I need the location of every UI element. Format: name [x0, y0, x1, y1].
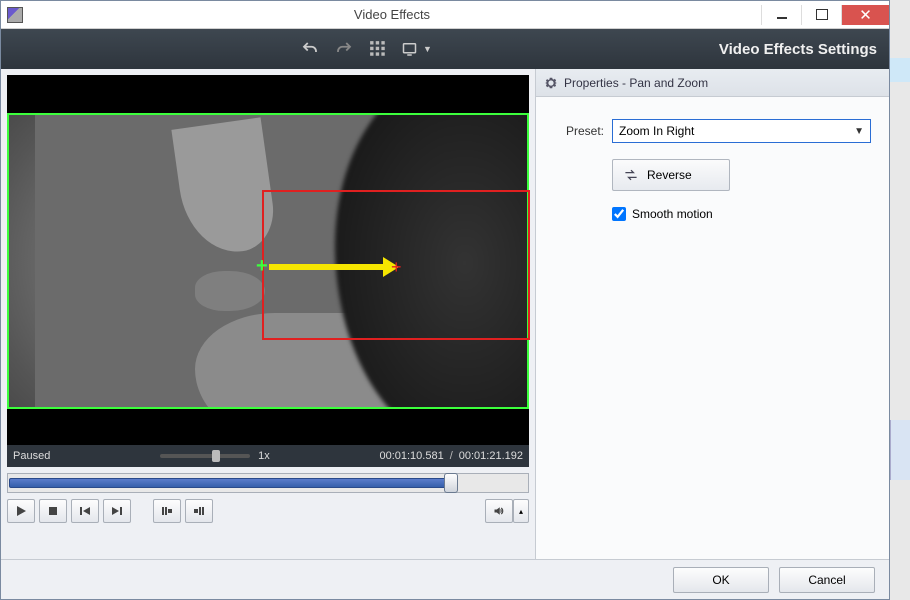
speed-label: 1x [258, 450, 270, 462]
start-frame-bottom[interactable] [7, 407, 529, 409]
toolbar-title: Video Effects Settings [719, 41, 877, 58]
end-marker-icon[interactable]: + [391, 257, 402, 278]
preview-status-bar: Paused 1x 00:01:10.581 / 00:01:21.192 [7, 445, 529, 467]
video-preview[interactable]: + + [7, 75, 529, 445]
ok-button[interactable]: OK [673, 567, 769, 593]
main-toolbar: ▼ Video Effects Settings [1, 29, 889, 69]
transport-controls: ▴ [7, 499, 529, 523]
properties-header: Properties - Pan and Zoom [536, 69, 889, 97]
speed-slider[interactable] [160, 454, 250, 458]
window-title: Video Effects [23, 7, 761, 22]
preset-dropdown[interactable]: Zoom In Right ▼ [612, 119, 871, 143]
reverse-icon [623, 167, 639, 183]
volume-menu-button[interactable]: ▴ [513, 499, 529, 523]
prev-frame-button[interactable] [71, 499, 99, 523]
chevron-down-icon: ▼ [854, 126, 864, 137]
dialog-footer: OK Cancel [1, 559, 889, 599]
undo-button[interactable] [297, 36, 323, 62]
preset-label: Preset: [554, 124, 604, 138]
preset-value: Zoom In Right [619, 124, 694, 138]
seek-fill [9, 478, 449, 488]
app-icon [7, 7, 23, 23]
video-effects-window: Video Effects ▼ Video Effects Settings [0, 0, 890, 600]
time-current: 00:01:10.581 [379, 450, 443, 462]
speed-slider-thumb[interactable] [212, 450, 220, 462]
preview-pane: + + Paused 1x 00:01:10.581 / 00:01:21.19… [1, 69, 536, 559]
close-button[interactable] [841, 5, 889, 25]
background-strip [890, 420, 910, 480]
reverse-button[interactable]: Reverse [612, 159, 730, 191]
volume-button[interactable] [485, 499, 513, 523]
display-mode-dropdown[interactable]: ▼ [399, 36, 435, 62]
minimize-button[interactable] [761, 5, 801, 25]
maximize-button[interactable] [801, 5, 841, 25]
mark-out-button[interactable] [185, 499, 213, 523]
grid-toggle-button[interactable] [365, 36, 391, 62]
start-frame-top[interactable] [7, 113, 529, 115]
content-area: + + Paused 1x 00:01:10.581 / 00:01:21.19… [1, 69, 889, 559]
play-button[interactable] [7, 499, 35, 523]
gear-icon [544, 76, 558, 90]
redo-button[interactable] [331, 36, 357, 62]
titlebar: Video Effects [1, 1, 889, 29]
cancel-button[interactable]: Cancel [779, 567, 875, 593]
next-frame-button[interactable] [103, 499, 131, 523]
time-total: 00:01:21.192 [459, 450, 523, 462]
chevron-up-icon: ▴ [519, 507, 523, 516]
smooth-motion-label: Smooth motion [632, 207, 713, 221]
properties-pane: Properties - Pan and Zoom Preset: Zoom I… [536, 69, 889, 559]
start-marker-icon[interactable]: + [256, 255, 268, 278]
start-frame-left[interactable] [7, 113, 9, 409]
time-separator: / [450, 450, 453, 462]
properties-title: Properties - Pan and Zoom [564, 76, 708, 90]
reverse-label: Reverse [647, 168, 692, 182]
playback-status: Paused [13, 450, 50, 462]
background-strip-top [890, 58, 910, 82]
motion-arrow-line [269, 264, 387, 270]
mark-in-button[interactable] [153, 499, 181, 523]
seek-bar[interactable] [7, 473, 529, 493]
chevron-down-icon: ▼ [423, 44, 432, 54]
stop-button[interactable] [39, 499, 67, 523]
smooth-motion-checkbox[interactable] [612, 207, 626, 221]
seek-thumb[interactable] [444, 473, 458, 493]
